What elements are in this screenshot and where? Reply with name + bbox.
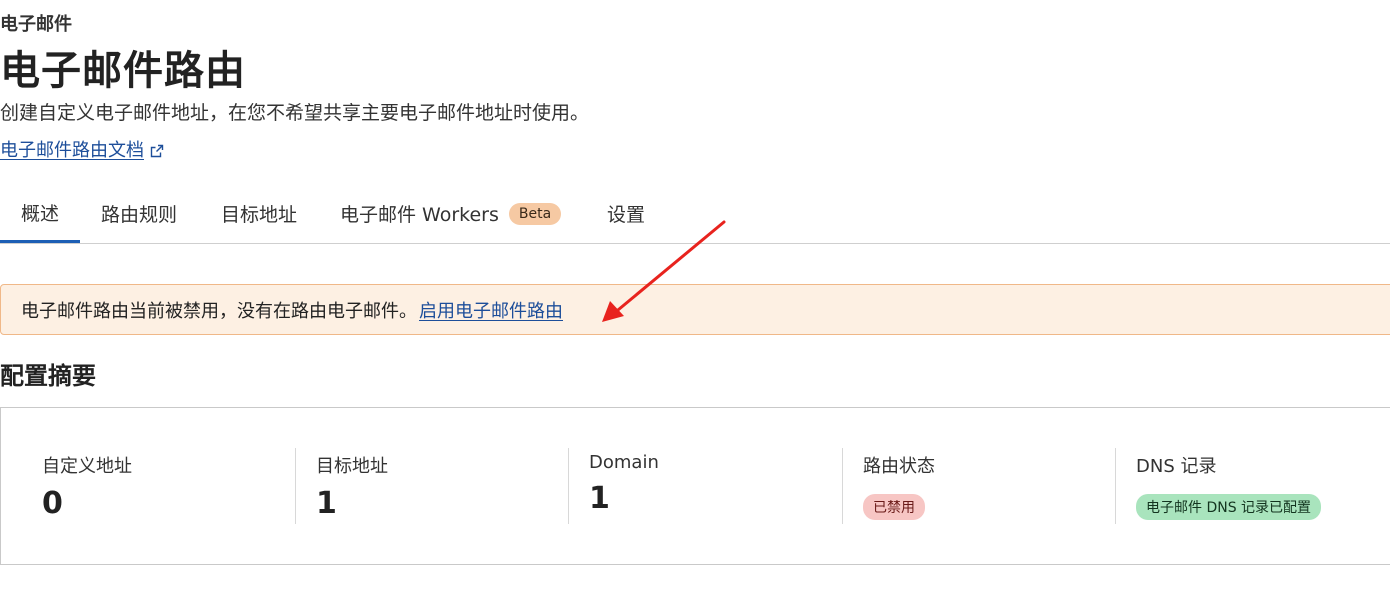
- stat-destination-addresses: 目标地址 1: [316, 448, 388, 524]
- enable-email-routing-link[interactable]: 启用电子邮件路由: [419, 297, 563, 323]
- page-description: 创建自定义电子邮件地址，在您不希望共享主要电子邮件地址时使用。: [0, 102, 590, 124]
- docs-link[interactable]: 电子邮件路由文档: [0, 136, 164, 162]
- tab-overview-label: 概述: [20, 202, 59, 225]
- breadcrumb[interactable]: 电子邮件: [0, 10, 72, 36]
- divider: [1115, 448, 1116, 524]
- external-link-icon: [150, 142, 164, 158]
- docs-link-label: 电子邮件路由文档: [0, 140, 144, 161]
- tab-bar: 概述 路由规则 目标地址 电子邮件 Workers Beta 设置: [0, 184, 1390, 244]
- stat-label: Domain: [589, 452, 659, 473]
- stat-dns-records: DNS 记录 电子邮件 DNS 记录已配置: [1136, 448, 1322, 524]
- stat-label: 路由状态: [863, 456, 935, 477]
- stat-custom-addresses: 自定义地址 0: [42, 448, 132, 524]
- email-routing-page: 电子邮件 电子邮件路由 创建自定义电子邮件地址，在您不希望共享主要电子邮件地址时…: [0, 0, 1390, 616]
- disabled-notice-banner: 电子邮件路由当前被禁用，没有在路由电子邮件。 启用电子邮件路由: [0, 284, 1390, 335]
- status-badge-dns-configured: 电子邮件 DNS 记录已配置: [1136, 494, 1322, 520]
- tab-email-workers[interactable]: 电子邮件 Workers Beta: [340, 184, 562, 243]
- summary-card: 自定义地址 0 目标地址 1 Domain 1 路由状态 已禁用 DNS 记录 …: [0, 407, 1390, 565]
- stat-label: 自定义地址: [42, 456, 132, 477]
- notice-text: 电子邮件路由当前被禁用，没有在路由电子邮件。: [21, 300, 417, 322]
- stat-routing-status: 路由状态 已禁用: [863, 448, 935, 524]
- page-title: 电子邮件路由: [0, 48, 246, 94]
- divider: [842, 448, 843, 524]
- stat-value: 1: [589, 481, 610, 516]
- stat-domain: Domain 1: [589, 448, 659, 524]
- tab-overview[interactable]: 概述: [0, 184, 80, 243]
- stat-label: 目标地址: [316, 456, 388, 477]
- status-badge-disabled: 已禁用: [863, 494, 925, 520]
- stat-value: 1: [316, 486, 337, 521]
- divider: [568, 448, 569, 524]
- tab-routing-rules-label: 路由规则: [101, 204, 178, 226]
- tab-destination-addresses-label: 目标地址: [221, 204, 298, 226]
- tab-email-workers-label: 电子邮件 Workers: [340, 204, 499, 226]
- section-title: 配置摘要: [0, 362, 96, 390]
- tab-destination-addresses[interactable]: 目标地址: [221, 184, 297, 243]
- tab-routing-rules[interactable]: 路由规则: [101, 184, 177, 243]
- stat-label: DNS 记录: [1136, 456, 1217, 477]
- beta-badge: Beta: [508, 202, 562, 225]
- divider: [295, 448, 296, 524]
- tab-settings[interactable]: 设置: [607, 184, 645, 243]
- tab-settings-label: 设置: [607, 204, 646, 226]
- stat-value: 0: [42, 486, 63, 521]
